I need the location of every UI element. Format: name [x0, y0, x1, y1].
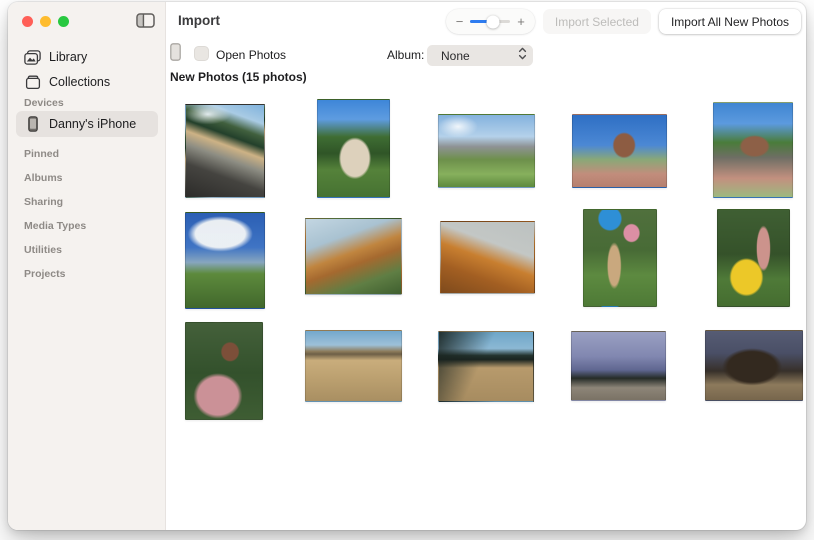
slider-thumb[interactable] — [487, 15, 500, 28]
collections-box-icon — [24, 75, 41, 90]
album-label: Album: — [387, 48, 424, 62]
photo-thumbnail[interactable] — [185, 322, 263, 420]
new-photos-header: New Photos (15 photos) — [170, 70, 307, 84]
photo-thumbnail[interactable] — [713, 102, 793, 198]
photo-thumbnail[interactable] — [717, 209, 790, 307]
open-photos-label: Open Photos — [216, 48, 286, 62]
photo-thumbnail[interactable] — [440, 221, 535, 294]
dropdown-chevrons-icon — [518, 46, 527, 66]
sidebar-section-devices: Devices — [24, 97, 64, 109]
photos-import-window: Library Collections Devices — [8, 2, 806, 530]
sidebar-toggle-icon — [136, 16, 155, 31]
sidebar-section-pinned[interactable]: Pinned — [24, 148, 59, 160]
photo-thumbnail[interactable] — [305, 218, 402, 295]
sidebar-item-label: Danny's iPhone — [49, 117, 136, 131]
zoom-window-button[interactable] — [58, 16, 69, 27]
photo-thumbnail[interactable] — [583, 209, 657, 307]
window-controls — [22, 16, 69, 27]
sidebar-section-media-types[interactable]: Media Types — [24, 220, 86, 232]
sidebar-section-projects[interactable]: Projects — [24, 268, 65, 280]
sidebar: Library Collections Devices — [8, 2, 166, 530]
zoom-out-button[interactable]: − — [456, 15, 464, 28]
zoom-in-button[interactable]: + — [517, 15, 525, 28]
photos-library-icon — [24, 50, 41, 65]
album-dropdown[interactable]: None — [427, 45, 533, 66]
photo-thumbnail[interactable] — [438, 114, 535, 188]
photo-thumbnail[interactable] — [317, 99, 390, 198]
sidebar-item-label: Collections — [49, 75, 110, 89]
page-title: Import — [178, 13, 220, 28]
slider-track[interactable] — [470, 20, 510, 24]
sidebar-item-library[interactable]: Library — [16, 44, 158, 70]
iphone-icon — [24, 116, 41, 132]
toggle-sidebar-button[interactable] — [134, 13, 156, 31]
sidebar-item-label: Library — [49, 50, 87, 64]
close-button[interactable] — [22, 16, 33, 27]
thumbnail-size-slider[interactable]: − + — [446, 9, 535, 34]
open-photos-checkbox[interactable] — [194, 46, 209, 61]
photo-thumbnail[interactable] — [305, 330, 402, 402]
sidebar-item-dannys-iphone[interactable]: Danny's iPhone — [16, 111, 158, 137]
sidebar-section-albums[interactable]: Albums — [24, 172, 63, 184]
album-dropdown-value: None — [441, 49, 518, 63]
screen: Library Collections Devices — [0, 0, 814, 540]
import-all-new-photos-button[interactable]: Import All New Photos — [659, 9, 801, 34]
photo-thumbnail[interactable] — [571, 331, 666, 401]
device-phone-icon — [170, 43, 181, 66]
photo-thumbnail[interactable] — [185, 212, 265, 309]
photo-thumbnail[interactable] — [705, 330, 803, 401]
photo-thumbnail[interactable] — [185, 104, 265, 198]
sidebar-section-utilities[interactable]: Utilities — [24, 244, 62, 256]
photo-thumbnail[interactable] — [572, 114, 667, 188]
photo-thumbnail[interactable] — [438, 331, 534, 402]
sidebar-item-collections[interactable]: Collections — [16, 69, 158, 95]
import-selected-button[interactable]: Import Selected — [543, 9, 651, 34]
minimize-button[interactable] — [40, 16, 51, 27]
sidebar-section-sharing[interactable]: Sharing — [24, 196, 63, 208]
toolbar-right: − + Import Selected Import All New Photo… — [446, 9, 801, 34]
